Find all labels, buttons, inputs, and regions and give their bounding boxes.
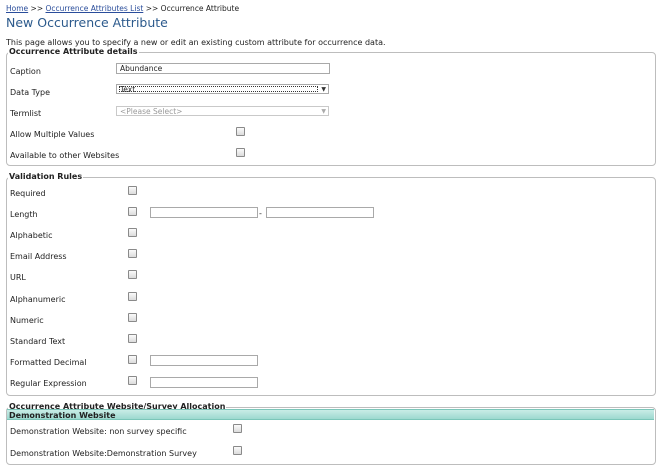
validation-legend: Validation Rules [8, 172, 84, 181]
email-label: Email Address [10, 252, 67, 261]
caption-input[interactable]: Abundance [116, 63, 330, 74]
breadcrumb-home-link[interactable]: Home [6, 4, 28, 13]
url-checkbox[interactable] [128, 270, 137, 279]
breadcrumb-current: Occurrence Attribute [160, 4, 240, 13]
length-max-input[interactable] [266, 207, 374, 218]
alphanumeric-checkbox[interactable] [128, 292, 137, 301]
data-type-select[interactable]: Text ▼ [116, 84, 329, 94]
breadcrumb-list-link[interactable]: Occurrence Attributes List [46, 4, 144, 13]
details-legend: Occurrence Attribute details [8, 47, 139, 56]
length-checkbox[interactable] [128, 207, 137, 216]
numeric-label: Numeric [10, 316, 44, 325]
available-label: Available to other Websites [10, 151, 120, 160]
allocation-row-checkbox[interactable] [233, 446, 242, 455]
length-min-input[interactable] [150, 207, 258, 218]
alphabetic-checkbox[interactable] [128, 228, 137, 237]
allow-multiple-label: Allow Multiple Values [10, 130, 95, 139]
regex-label: Regular Expression [10, 379, 87, 388]
standard-text-checkbox[interactable] [128, 334, 137, 343]
numeric-checkbox[interactable] [128, 313, 137, 322]
breadcrumb: Home >> Occurrence Attributes List >> Oc… [6, 4, 239, 13]
allow-multiple-checkbox[interactable] [236, 127, 245, 136]
alphabetic-label: Alphabetic [10, 231, 53, 240]
standard-text-label: Standard Text [10, 337, 66, 346]
required-label: Required [10, 189, 46, 198]
termlist-select[interactable]: <Please Select> ▼ [116, 106, 329, 116]
email-checkbox[interactable] [128, 249, 137, 258]
details-fieldset [6, 52, 656, 166]
breadcrumb-separator: >> [30, 4, 44, 13]
allocation-row-checkbox[interactable] [233, 424, 242, 433]
breadcrumb-separator: >> [145, 4, 159, 13]
caption-label: Caption [10, 67, 41, 76]
termlist-value: <Please Select> [120, 107, 183, 116]
required-checkbox[interactable] [128, 186, 137, 195]
regex-checkbox[interactable] [128, 376, 137, 385]
formatted-decimal-label: Formatted Decimal [10, 358, 87, 367]
allocation-row-label: Demonstration Website:Demonstration Surv… [10, 449, 197, 458]
formatted-decimal-checkbox[interactable] [128, 355, 137, 364]
focus-outline [119, 86, 318, 92]
website-header: Demonstration Website [7, 409, 654, 420]
length-label: Length [10, 210, 38, 219]
termlist-label: Termlist [10, 109, 42, 118]
data-type-label: Data Type [10, 88, 51, 97]
dropdown-arrow-icon: ▼ [321, 86, 326, 93]
allocation-row-label: Demonstration Website: non survey specif… [10, 427, 187, 436]
length-separator: - [259, 209, 262, 218]
dropdown-arrow-icon: ▼ [321, 108, 326, 115]
formatted-decimal-input[interactable] [150, 355, 258, 366]
available-checkbox[interactable] [236, 148, 245, 157]
regex-input[interactable] [150, 377, 258, 388]
intro-text: This page allows you to specify a new or… [6, 38, 386, 47]
url-label: URL [10, 273, 26, 282]
alphanumeric-label: Alphanumeric [10, 295, 66, 304]
page-title: New Occurrence Attribute [6, 15, 168, 30]
